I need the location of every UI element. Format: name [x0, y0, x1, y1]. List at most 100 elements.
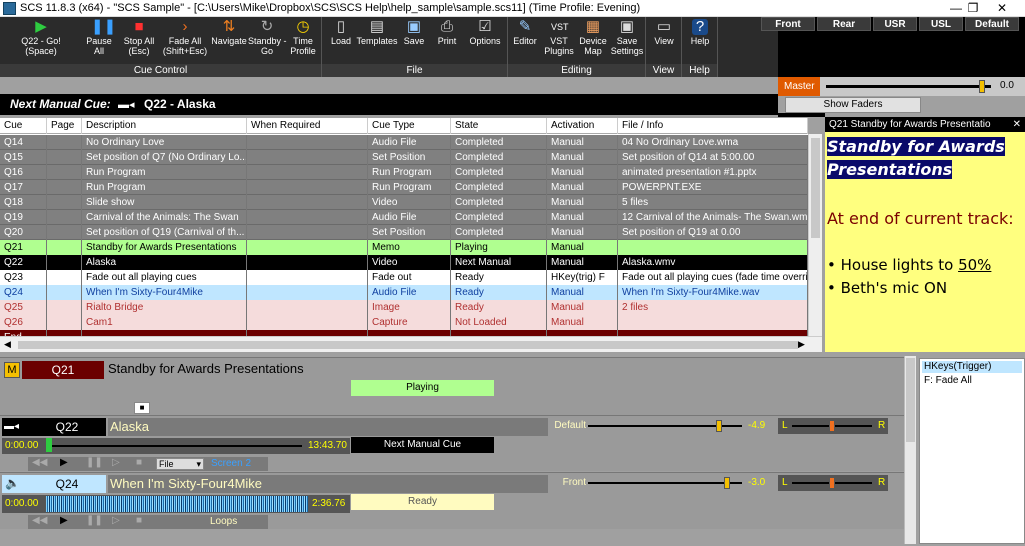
cell-state: Completed: [451, 180, 547, 195]
go-button[interactable]: ▶ Q22 - Go! (Space): [18, 19, 64, 63]
close-button[interactable]: ✕: [979, 0, 1025, 17]
volume-slider-knob[interactable]: [716, 420, 722, 432]
navigate-button[interactable]: ⇅ Navigate: [210, 19, 248, 63]
volume-slider-track[interactable]: [588, 482, 742, 484]
standby-go-button[interactable]: ↻ Standby - Go: [248, 19, 287, 63]
time-profile-button[interactable]: ◷ Time Profile: [286, 19, 320, 63]
play-icon[interactable]: ▶: [60, 457, 68, 468]
options-button[interactable]: ☑ Options: [466, 19, 504, 63]
table-row[interactable]: Q14 No Ordinary Love Audio File Completed Ma…: [0, 135, 808, 150]
col-state[interactable]: State: [451, 118, 547, 134]
table-row[interactable]: Q26 Cam1 Capture Not Loaded Manual: [0, 315, 808, 330]
cell-page: [47, 225, 82, 240]
show-faders-button[interactable]: Show Faders: [785, 97, 921, 113]
pause-icon[interactable]: ❚❚: [86, 515, 103, 526]
table-row[interactable]: Q19 Carnival of the Animals: The Swan Audi…: [0, 210, 808, 225]
grid-hscrollbar[interactable]: ◀ ▶: [0, 336, 822, 352]
stop-icon[interactable]: ■: [136, 457, 142, 468]
cell-when: [247, 270, 368, 285]
table-row[interactable]: Q16 Run Program Run Program Completed Manual…: [0, 165, 808, 180]
editor-button[interactable]: ✎ Editor: [510, 19, 540, 63]
cell-page: [47, 210, 82, 225]
vst-plugins-button[interactable]: VST VST Plugins: [542, 19, 576, 63]
print-button[interactable]: ⎙ Print: [432, 19, 462, 63]
speaker-front[interactable]: Front: [761, 17, 815, 31]
cue-list-grid: Cue Page Description When Required Cue T…: [0, 118, 808, 345]
cell-desc: No Ordinary Love: [82, 135, 247, 150]
load-button[interactable]: ▯ Load: [326, 19, 356, 63]
fade-all-button[interactable]: › Fade All (Shift+Esc): [160, 19, 210, 63]
master-slider-track[interactable]: [826, 85, 991, 88]
grid-scrollbar[interactable]: [808, 134, 822, 352]
table-row[interactable]: Q21 Standby for Awards Presentations Memo P…: [0, 240, 808, 255]
col-file-info[interactable]: File / Info: [618, 118, 808, 134]
speaker-icon: 🔈: [5, 476, 20, 490]
forward-icon[interactable]: ▷: [112, 515, 120, 526]
device-map-button[interactable]: ▦ Device Map: [576, 19, 610, 63]
speaker-rear[interactable]: Rear: [817, 17, 871, 31]
speaker-usl[interactable]: USL: [919, 17, 963, 31]
panels-scrollbar[interactable]: [904, 356, 916, 544]
table-row[interactable]: Q18 Slide show Video Completed Manual 5 files: [0, 195, 808, 210]
save-settings-button[interactable]: ▣ Save Settings: [610, 19, 644, 63]
save-button[interactable]: ▣ Save: [400, 19, 428, 63]
progress-marker[interactable]: [46, 438, 52, 452]
table-row[interactable]: Q25 Rialto Bridge Image Ready Manual 2 files: [0, 300, 808, 315]
pause-all-button[interactable]: ❚❚ Pause All: [80, 19, 118, 63]
speaker-default[interactable]: Default: [965, 17, 1019, 31]
master-slider-knob[interactable]: [979, 80, 986, 93]
view-button[interactable]: ▭ View: [648, 19, 680, 63]
speaker-usr[interactable]: USR: [873, 17, 917, 31]
progress-track[interactable]: [52, 445, 302, 447]
help-group: ? Help Help: [682, 17, 718, 77]
scrollbar-thumb[interactable]: [811, 138, 820, 238]
table-row[interactable]: Q17 Run Program Run Program Completed Manual…: [0, 180, 808, 195]
col-activation[interactable]: Activation: [547, 118, 618, 134]
device-label: Front: [562, 477, 586, 488]
templates-button[interactable]: ▤ Templates: [356, 19, 398, 63]
stop-all-button[interactable]: ■ Stop All (Esc): [120, 19, 158, 63]
waveform[interactable]: [46, 496, 308, 512]
pan-right-label: R: [878, 420, 886, 431]
cell-file: Alaska.wmv: [618, 255, 808, 270]
pause-icon[interactable]: ❚❚: [86, 457, 103, 468]
clock-icon: ◷: [296, 18, 310, 35]
scroll-right-icon[interactable]: ▶: [798, 339, 805, 350]
hscroll-thumb[interactable]: [18, 341, 798, 349]
cell-state: Ready: [451, 300, 547, 315]
table-row[interactable]: Q24 When I'm Sixty-Four4Mike Audio File Rea…: [0, 285, 808, 300]
device-map-icon: ▦: [585, 18, 601, 35]
forward-icon[interactable]: ▷: [112, 457, 120, 468]
pan-slider-knob[interactable]: [829, 477, 835, 489]
help-button[interactable]: ? Help: [684, 19, 716, 63]
play-icon[interactable]: ▶: [60, 515, 68, 526]
master-value: 0.0: [1000, 80, 1014, 91]
col-page[interactable]: Page: [47, 118, 82, 134]
cell-type: Video: [368, 255, 451, 270]
col-description[interactable]: Description: [82, 118, 247, 134]
rewind-icon[interactable]: ◀◀: [32, 515, 47, 526]
hotkey-item[interactable]: F: Fade All: [924, 375, 972, 386]
col-cue-type[interactable]: Cue Type: [368, 118, 451, 134]
loops-label: Loops: [210, 516, 238, 527]
close-icon[interactable]: ✕: [1013, 117, 1021, 132]
stop-icon[interactable]: ■: [134, 402, 150, 414]
table-row[interactable]: Q20 Set position of Q19 (Carnival of th..…: [0, 225, 808, 240]
stop-icon[interactable]: ■: [136, 515, 142, 526]
file-select[interactable]: File ▾: [156, 458, 204, 470]
panels-scrollbar-thumb[interactable]: [906, 358, 915, 442]
stop-icon: ■: [134, 18, 144, 35]
col-when-required[interactable]: When Required: [247, 118, 368, 134]
scroll-left-icon[interactable]: ◀: [4, 339, 11, 350]
pan-slider-knob[interactable]: [829, 420, 835, 432]
volume-slider-knob[interactable]: [724, 477, 730, 489]
cell-state: Completed: [451, 165, 547, 180]
col-cue[interactable]: Cue: [0, 118, 47, 134]
table-row[interactable]: Q23 Fade out all playing cues Fade out Read…: [0, 270, 808, 285]
cell-when: [247, 240, 368, 255]
table-row[interactable]: Q22 Alaska Video Next Manual Manual Alaska.wm…: [0, 255, 808, 270]
table-row[interactable]: Q15 Set position of Q7 (No Ordinary Lo...…: [0, 150, 808, 165]
rewind-icon[interactable]: ◀◀: [32, 457, 47, 468]
screen-label: Screen 2: [211, 458, 252, 469]
cell-cue: Q19: [0, 210, 47, 225]
